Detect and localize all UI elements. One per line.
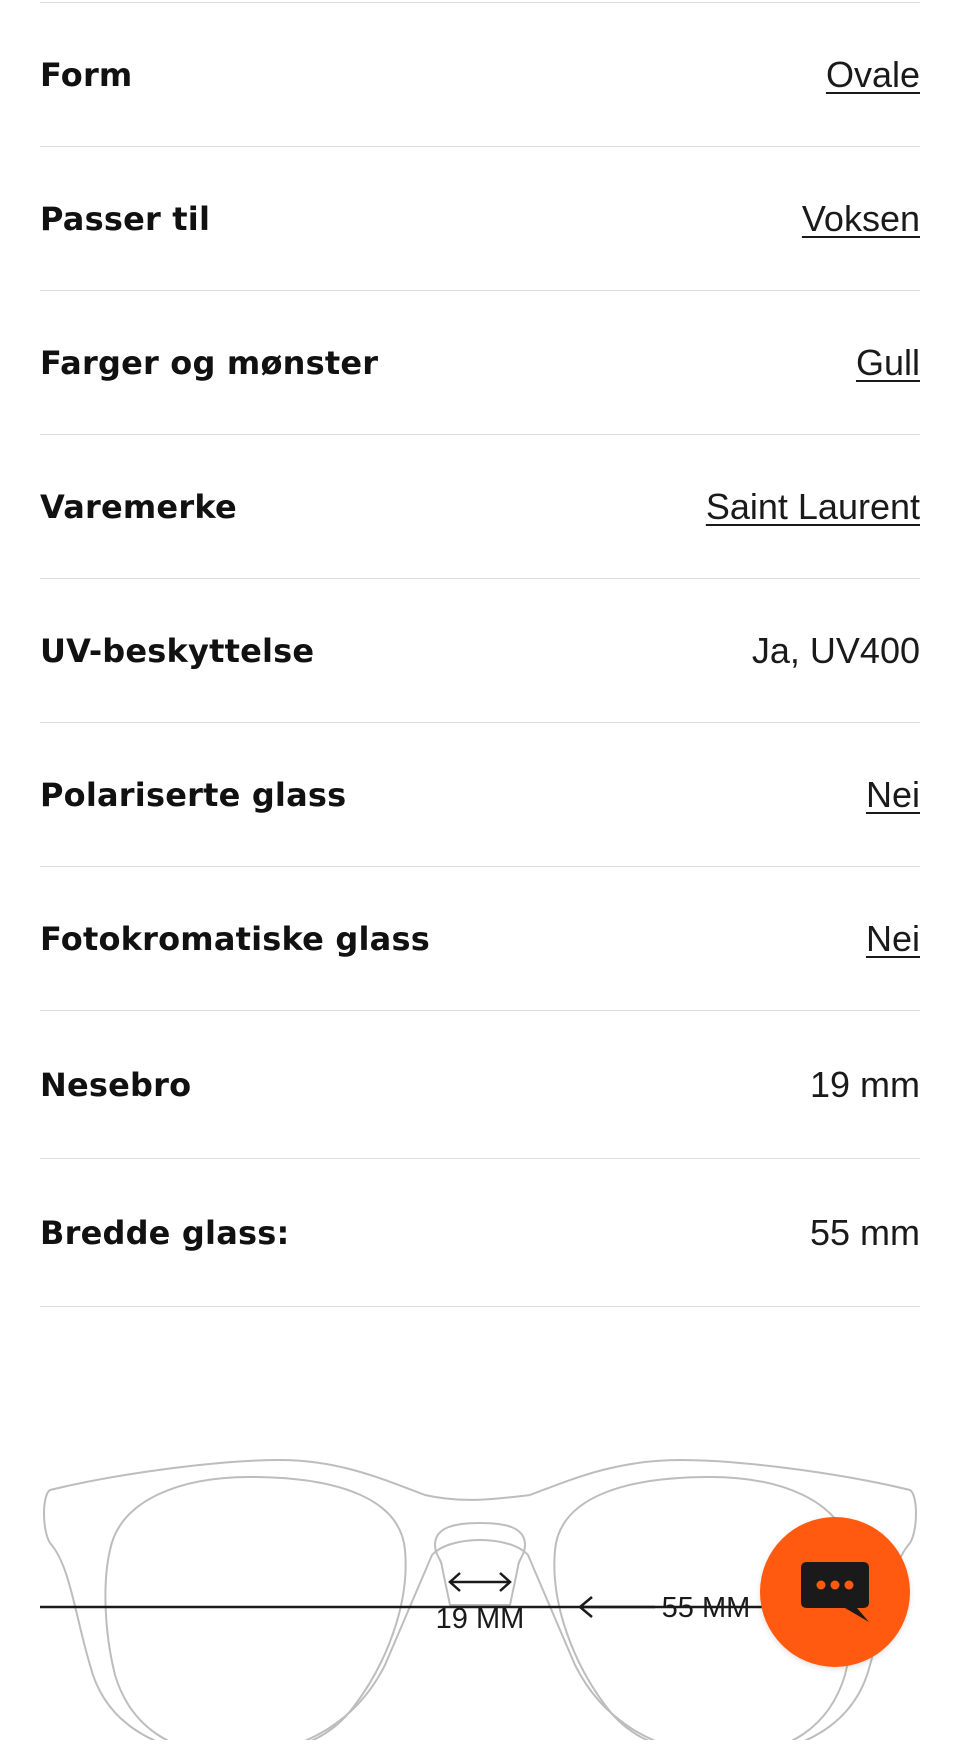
spec-row-nesebro: Nesebro 19 mm	[40, 1011, 920, 1159]
product-spec-list: Form Ovale Passer til Voksen Farger og m…	[40, 2, 920, 1307]
chat-bubble-icon	[801, 1562, 869, 1622]
spec-row-uv: UV-beskyttelse Ja, UV400	[40, 579, 920, 723]
spec-label: Fotokromatiske glass	[40, 919, 430, 958]
spec-label: Form	[40, 55, 133, 94]
spec-value: Ja, UV400	[751, 629, 920, 671]
spec-value-link[interactable]: Saint Laurent	[706, 486, 920, 528]
spec-row-fotokromatiske: Fotokromatiske glass Nei	[40, 867, 920, 1011]
spec-label: Nesebro	[40, 1065, 192, 1104]
spec-value-link[interactable]: Ovale	[826, 54, 920, 96]
spec-row-form: Form Ovale	[40, 3, 920, 147]
spec-row-farger: Farger og mønster Gull	[40, 291, 920, 435]
spec-row-varemerke: Varemerke Saint Laurent	[40, 435, 920, 579]
spec-value: 19 mm	[809, 1063, 920, 1105]
chat-button[interactable]	[760, 1517, 910, 1667]
spec-value-link[interactable]: Gull	[856, 342, 920, 384]
spec-label: UV-beskyttelse	[40, 631, 315, 670]
spec-value-link[interactable]: Nei	[866, 918, 920, 960]
spec-value: 55 mm	[809, 1211, 920, 1253]
lens-dimension-label: 55 MM	[662, 1592, 751, 1624]
spec-row-passer-til: Passer til Voksen	[40, 147, 920, 291]
spec-value-link[interactable]: Nei	[866, 774, 920, 816]
spec-row-polariserte: Polariserte glass Nei	[40, 723, 920, 867]
spec-label: Passer til	[40, 199, 211, 238]
spec-label: Polariserte glass	[40, 775, 347, 814]
spec-row-bredde-glass: Bredde glass: 55 mm	[40, 1159, 920, 1307]
spec-label: Bredde glass:	[40, 1213, 290, 1252]
spec-label: Varemerke	[40, 487, 237, 526]
bridge-dimension-arrow	[448, 1572, 512, 1592]
spec-label: Farger og mønster	[40, 343, 379, 382]
spec-value-link[interactable]: Voksen	[802, 198, 920, 240]
